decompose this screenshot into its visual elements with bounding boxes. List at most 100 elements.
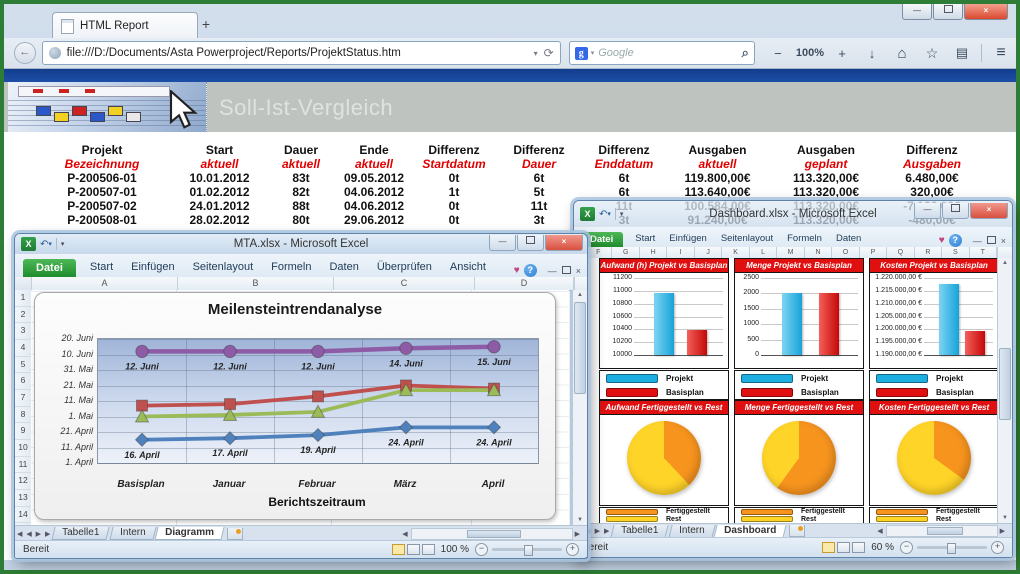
insert-sheet-icon[interactable] xyxy=(227,528,243,540)
column-header-K[interactable]: K xyxy=(722,247,749,258)
restore-button[interactable] xyxy=(517,235,544,251)
row-header-3[interactable]: 3 xyxy=(15,323,31,340)
zoom-percent[interactable]: 100 % xyxy=(441,544,469,555)
back-button[interactable]: ← xyxy=(14,42,36,64)
row-header-12[interactable]: 12 xyxy=(15,473,31,490)
row-header-11[interactable]: 11 xyxy=(15,457,31,474)
qat-customize-icon[interactable]: ▾ xyxy=(620,210,624,218)
legend-aufwand-bar[interactable]: ProjektBasisplan xyxy=(599,370,729,400)
clipboard-icon[interactable]: ▤ xyxy=(947,45,977,61)
url-dropdown-icon[interactable]: ▾ xyxy=(534,49,538,58)
legend-aufwand-pie[interactable]: FertiggestelltRest xyxy=(599,507,729,523)
sheet-tab-intern[interactable]: Intern xyxy=(668,525,715,538)
undo-icon[interactable]: ↶ xyxy=(40,239,48,250)
mta-vertical-scrollbar[interactable]: ▲ ▼ xyxy=(572,290,587,525)
column-header-M[interactable]: M xyxy=(777,247,804,258)
scroll-down-icon[interactable]: ▼ xyxy=(573,517,587,523)
row-header-13[interactable]: 13 xyxy=(15,490,31,507)
legend-kosten-pie[interactable]: FertiggestelltRest xyxy=(869,507,998,523)
browser-tab[interactable]: HTML Report xyxy=(52,12,198,39)
home-icon[interactable]: ⌂ xyxy=(887,45,917,62)
ribbon-tab-seitenlayout[interactable]: Seitenlayout xyxy=(721,233,773,244)
ribbon-tab-start[interactable]: Start xyxy=(90,261,113,273)
layout-view-icon[interactable] xyxy=(407,544,420,555)
mta-sheet-grid[interactable]: Meilensteintrendanalyse 20. Juni10. Juni… xyxy=(31,290,569,525)
normal-view-icon[interactable] xyxy=(392,544,405,555)
column-header-P[interactable]: P xyxy=(860,247,887,258)
ribbon-tab-ansicht[interactable]: Ansicht xyxy=(450,261,486,273)
ribbon-minimize-icon[interactable]: — xyxy=(973,236,982,246)
row-header-10[interactable]: 10 xyxy=(15,440,31,457)
dashboard-sheet-grid[interactable]: Aufwand (h) Projekt vs Basisplan 1120011… xyxy=(584,258,998,523)
mta-chart-object[interactable]: Meilensteintrendanalyse 20. Juni10. Juni… xyxy=(34,292,556,520)
ribbon-tab-start[interactable]: Start xyxy=(635,233,655,244)
heart-icon[interactable]: ♥ xyxy=(939,235,945,246)
column-header-B[interactable]: B xyxy=(178,277,334,290)
hscrollbar-thumb[interactable] xyxy=(927,527,963,535)
dashboard-chart-kosten-bar[interactable]: Kosten Projekt vs Basisplan 1.220.000,00… xyxy=(869,258,998,369)
undo-icon[interactable]: ↶ xyxy=(599,209,607,220)
row-header-14[interactable]: 14 xyxy=(15,507,31,524)
scroll-up-icon[interactable]: ▲ xyxy=(998,260,1012,266)
heart-icon[interactable]: ♥ xyxy=(514,265,520,276)
search-engine-dropdown-icon[interactable]: ▾ xyxy=(591,49,595,57)
column-header-T[interactable]: T xyxy=(970,247,997,258)
dashboard-titlebar[interactable]: X ↶ ▾ ▾ Dashboard.xlsx - Microsoft Excel… xyxy=(574,201,1012,227)
sheet-tab-tabelle1[interactable]: Tabelle1 xyxy=(52,527,111,540)
ribbon-restore-icon[interactable] xyxy=(562,266,571,276)
row-header-6[interactable]: 6 xyxy=(15,373,31,390)
column-header-I[interactable]: I xyxy=(667,247,694,258)
column-header-D[interactable]: D xyxy=(475,277,574,290)
legend-menge-bar[interactable]: ProjektBasisplan xyxy=(734,370,864,400)
row-header-1[interactable]: 1 xyxy=(15,290,31,307)
dashboard-chart-aufwand-bar[interactable]: Aufwand (h) Projekt vs Basisplan 1120011… xyxy=(599,258,729,369)
menu-icon[interactable]: ≡ xyxy=(986,44,1016,62)
row-header-2[interactable]: 2 xyxy=(15,307,31,324)
zoom-percent[interactable]: 60 % xyxy=(871,542,894,553)
column-header-Q[interactable]: Q xyxy=(887,247,914,258)
search-icon[interactable]: ⌕ xyxy=(742,45,749,61)
column-header-J[interactable]: J xyxy=(695,247,722,258)
layout-view-icon[interactable] xyxy=(837,542,850,553)
pagebreak-view-icon[interactable] xyxy=(852,542,865,553)
file-tab[interactable]: Datei xyxy=(23,259,76,277)
ribbon-tab-einfügen[interactable]: Einfügen xyxy=(131,261,174,273)
hscroll-left-icon[interactable]: ◀ xyxy=(877,527,883,535)
close-button[interactable]: × xyxy=(964,4,1008,20)
column-header-S[interactable]: S xyxy=(942,247,969,258)
zoom-in-button[interactable]: + xyxy=(827,46,857,61)
zoom-in-icon[interactable]: + xyxy=(566,543,579,556)
ribbon-tab-daten[interactable]: Daten xyxy=(836,233,861,244)
sheet-tab-dashboard[interactable]: Dashboard xyxy=(714,525,787,538)
dashboard-vertical-scrollbar[interactable]: ▲ ▼ xyxy=(997,258,1012,523)
zoom-slider[interactable]: − + xyxy=(475,543,579,556)
zoom-out-icon[interactable]: − xyxy=(900,541,913,554)
downloads-icon[interactable]: ↓ xyxy=(857,46,887,61)
sheet-tab-diagramm[interactable]: Diagramm xyxy=(155,527,225,540)
zoom-slider-thumb[interactable] xyxy=(947,543,956,554)
sheet-tab-tabelle1[interactable]: Tabelle1 xyxy=(611,525,670,538)
dashboard-chart-menge-pie[interactable]: Menge Fertiggestellt vs Rest xyxy=(734,400,864,506)
hscroll-left-icon[interactable]: ◀ xyxy=(402,530,408,538)
dashboard-chart-kosten-pie[interactable]: Kosten Fertiggestellt vs Rest xyxy=(869,400,998,506)
ribbon-close-icon[interactable]: × xyxy=(576,266,581,276)
select-all-corner[interactable] xyxy=(15,277,32,290)
zoom-out-icon[interactable]: − xyxy=(475,543,488,556)
row-header-5[interactable]: 5 xyxy=(15,357,31,374)
column-header-G[interactable]: G xyxy=(612,247,639,258)
bookmark-star-icon[interactable]: ☆ xyxy=(917,45,947,62)
url-bar[interactable]: file:///D:/Documents/Asta Powerproject/R… xyxy=(42,41,561,65)
qat-customize-icon[interactable]: ▾ xyxy=(61,240,65,248)
column-header-A[interactable]: A xyxy=(32,277,178,290)
legend-menge-pie[interactable]: FertiggestelltRest xyxy=(734,507,864,523)
row-header-8[interactable]: 8 xyxy=(15,407,31,424)
ribbon-tab-seitenlayout[interactable]: Seitenlayout xyxy=(193,261,254,273)
sheet-tab-intern[interactable]: Intern xyxy=(109,527,156,540)
zoom-slider-thumb[interactable] xyxy=(524,545,533,556)
zoom-out-button[interactable]: − xyxy=(763,46,793,61)
dashboard-chart-menge-bar[interactable]: Menge Projekt vs Basisplan 2500200015001… xyxy=(734,258,864,369)
undo-dropdown-icon[interactable]: ▾ xyxy=(607,210,611,218)
legend-kosten-bar[interactable]: ProjektBasisplan xyxy=(869,370,998,400)
hscrollbar-thumb[interactable] xyxy=(467,530,521,538)
close-button[interactable]: × xyxy=(970,203,1008,219)
